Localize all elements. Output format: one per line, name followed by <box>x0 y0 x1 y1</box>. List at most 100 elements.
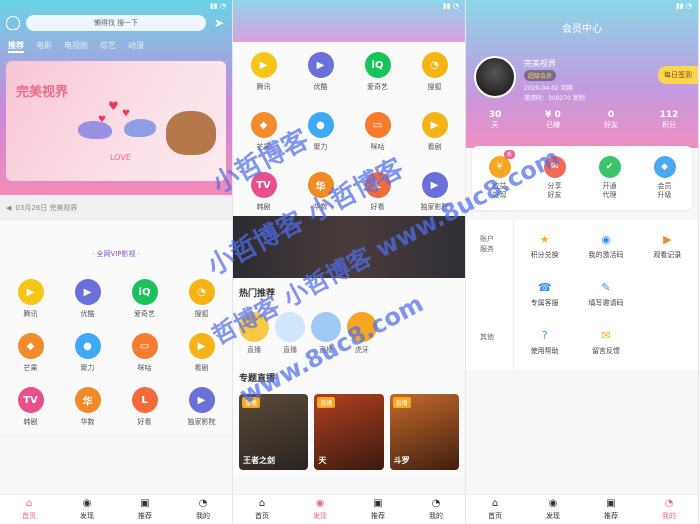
platform-label: 好看 <box>370 203 385 211</box>
nav-item[interactable]: ⌂ 首页 <box>233 495 291 524</box>
tab-movie[interactable]: 电影 <box>36 40 52 53</box>
stat-friends[interactable]: 0 好友 <box>582 110 640 130</box>
nav-item[interactable]: ▣ 推荐 <box>349 495 407 524</box>
platform-item[interactable]: iQ 爱奇艺 <box>116 279 173 319</box>
stat-points[interactable]: 112 积分 <box>640 110 698 130</box>
platform-item[interactable]: TV 韩剧 <box>2 387 59 427</box>
platform-item[interactable]: ▶ 腾讯 <box>2 279 59 319</box>
stat-value: 112 <box>659 110 679 120</box>
nav-item[interactable]: ◉ 发现 <box>524 495 582 524</box>
menu-side-label: 其他 <box>480 333 494 341</box>
quick-actions: 新 ¥ 收益 提现 ✉ 分享 好友 ✔ 开通 代理 ◆ 会员 升级 <box>472 146 692 210</box>
stat-label: 好友 <box>604 121 618 129</box>
platform-item[interactable]: L 好看 <box>349 172 406 212</box>
platform-item[interactable]: ◔ 搜狐 <box>173 279 230 319</box>
platform-item[interactable]: ◆ 芒果 <box>2 333 59 373</box>
platform-item[interactable]: ▶ 独家影院 <box>173 387 230 427</box>
platform-label: 独家影院 <box>187 418 216 426</box>
nav-item[interactable]: ⌂ 首页 <box>466 495 524 524</box>
avatar[interactable] <box>474 56 516 98</box>
nav-item[interactable]: ◉ 发现 <box>291 495 349 524</box>
invite-code-text[interactable]: 邀请码：309270 复制 <box>524 94 585 104</box>
nav-item[interactable]: ◔ 我的 <box>640 495 698 524</box>
platform-label: 韩剧 <box>256 203 271 211</box>
platform-item[interactable]: ▶ 独家影院 <box>406 172 463 212</box>
nav-item[interactable]: ◔ 我的 <box>174 495 232 524</box>
whale-illustration <box>78 121 112 139</box>
platform-icon: ▶ <box>188 387 215 413</box>
service-item[interactable]: ✉ 留言反馈 <box>575 330 636 356</box>
platform-item[interactable]: ◆ 芒果 <box>235 112 292 152</box>
tab-anime[interactable]: 动漫 <box>128 40 144 53</box>
platform-item[interactable]: ▭ 咪咕 <box>349 112 406 152</box>
service-item[interactable]: ☎ 专属客服 <box>514 282 575 308</box>
service-label: 观看记录 <box>653 251 682 259</box>
platform-item[interactable]: ▶ 优酷 <box>292 52 349 92</box>
nav-item[interactable]: ◉ 发现 <box>58 495 116 524</box>
card-tag: 直播 <box>317 397 336 408</box>
nav-item[interactable]: ▣ 推荐 <box>582 495 640 524</box>
platform-label: 芒果 <box>23 364 38 372</box>
service-item[interactable]: ✎ 填写邀请码 <box>575 282 636 308</box>
platform-label: 好看 <box>137 418 152 426</box>
notice-bar[interactable]: ◀ 03月26日 完美视界 <box>0 195 232 221</box>
platform-item[interactable]: 华华数 <box>292 172 349 212</box>
bulb-icon[interactable] <box>6 16 20 30</box>
platform-label: 韩剧 <box>23 418 38 426</box>
platform-item[interactable]: ▶ 看剧 <box>173 333 230 373</box>
vip-badge: 超级会员 <box>524 70 557 81</box>
tab-variety[interactable]: 综艺 <box>100 40 116 53</box>
platform-item[interactable]: L 好看 <box>116 387 173 427</box>
live-row: 直播 直播 直播 虎牙 <box>233 303 465 363</box>
service-icon: ★ <box>539 233 550 246</box>
quick-action[interactable]: ◆ 会员 升级 <box>637 156 692 200</box>
platform-item[interactable]: ● 聚力 <box>59 333 116 373</box>
bottom-nav: ⌂ 首页 ◉ 发现 ▣ 推荐 ◔ 我的 <box>0 494 232 524</box>
service-item[interactable]: ★ 积分兑换 <box>514 234 575 260</box>
service-item <box>637 282 698 308</box>
topic-card[interactable]: 直播 斗罗 <box>389 394 459 470</box>
video-thumbnail-strip[interactable] <box>233 216 465 278</box>
platform-icon: ▶ <box>74 279 101 305</box>
action-icon: ¥ <box>488 156 511 178</box>
platform-item[interactable]: ▭ 咪咕 <box>116 333 173 373</box>
page-title: 会员中心 <box>562 24 602 35</box>
streamer-avatar <box>239 311 269 342</box>
nav-item[interactable]: ◔ 我的 <box>407 495 465 524</box>
live-item[interactable]: 直播 <box>239 311 269 355</box>
nav-label: 我的 <box>196 511 210 520</box>
category-tabs: 推荐 电影 电视剧 综艺 动漫 <box>0 34 232 59</box>
platform-item[interactable]: ▶ 腾讯 <box>235 52 292 92</box>
hero-banner[interactable]: 完美视界 ♥ ♥ ♥ LOVE <box>6 61 226 181</box>
send-icon[interactable]: ➤ <box>212 16 226 30</box>
nav-item[interactable]: ▣ 推荐 <box>116 495 174 524</box>
platform-item[interactable]: ▶ 优酷 <box>59 279 116 319</box>
topic-card[interactable]: 直播 天 <box>314 394 384 470</box>
stat-earned[interactable]: ¥ 0 已赚 <box>524 110 582 130</box>
service-item[interactable]: ◉ 我的激活码 <box>575 234 636 260</box>
stat-days[interactable]: 30 天 <box>466 110 524 130</box>
platform-item[interactable]: ● 聚力 <box>292 112 349 152</box>
platform-label: 优酷 <box>313 83 328 91</box>
platform-item[interactable]: 华华数 <box>59 387 116 427</box>
nav-item[interactable]: ⌂ 首页 <box>0 495 58 524</box>
service-item[interactable]: ? 使用帮助 <box>514 330 575 356</box>
daily-signin-button[interactable]: 每日签到 <box>658 66 698 84</box>
quick-action[interactable]: ✉ 分享 好友 <box>527 156 582 200</box>
service-item[interactable]: ▶ 观看记录 <box>637 234 698 260</box>
service-label: 专属客服 <box>530 299 559 307</box>
search-input[interactable]: 懒得找 搜一下 <box>26 15 206 31</box>
platform-item[interactable]: ◔ 搜狐 <box>406 52 463 92</box>
platform-item[interactable]: iQ 爱奇艺 <box>349 52 406 92</box>
platform-item[interactable]: TV 韩剧 <box>235 172 292 212</box>
live-item[interactable]: 直播 <box>311 311 341 355</box>
tab-tv[interactable]: 电视剧 <box>64 40 88 53</box>
live-item[interactable]: 直播 <box>275 311 305 355</box>
topic-card[interactable]: 直播 王者之剑 <box>239 394 309 470</box>
quick-action[interactable]: ✔ 开通 代理 <box>582 156 637 200</box>
tab-recommend[interactable]: 推荐 <box>8 40 24 53</box>
platform-label: 咪咕 <box>137 364 152 372</box>
live-item[interactable]: 虎牙 <box>347 311 377 355</box>
quick-action[interactable]: ¥ 收益 提现 <box>472 156 527 200</box>
platform-item[interactable]: ▶ 看剧 <box>406 112 463 152</box>
